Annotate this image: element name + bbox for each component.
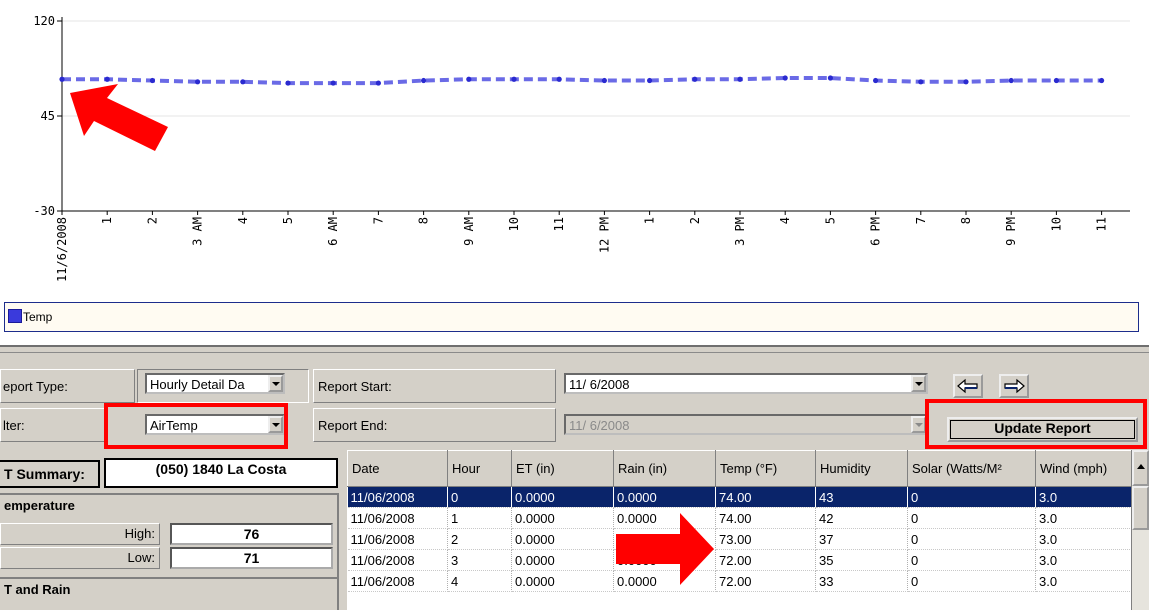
annotation-overlay	[70, 84, 714, 585]
annotation-arrow-chart	[70, 84, 168, 151]
annotation-arrow-grid	[616, 513, 714, 585]
